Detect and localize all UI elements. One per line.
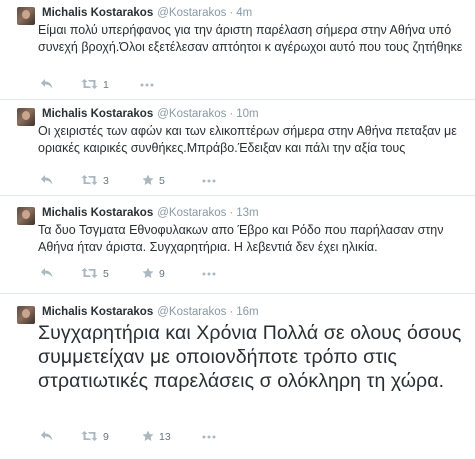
retweet-count: 3 bbox=[103, 175, 109, 187]
tweet-item[interactable]: Michalis Kostarakos @Kostarakos · 13m Τα δυ… bbox=[0, 196, 475, 294]
tweet-item[interactable]: Michalis Kostarakos @Kostarakos · 16m Συγχα… bbox=[0, 294, 475, 459]
tweet-timestamp[interactable]: 4m bbox=[236, 7, 252, 19]
tweet-text: Οι χειριστές των αφών και των ελικοπτέρω… bbox=[38, 124, 457, 155]
tweet-separator: · bbox=[229, 306, 234, 318]
tweet-header: Michalis Kostarakos @Kostarakos · 4m bbox=[42, 6, 252, 20]
more-button[interactable] bbox=[202, 174, 216, 188]
reply-button[interactable] bbox=[40, 174, 54, 188]
tweet-header: Michalis Kostarakos @Kostarakos · 10m bbox=[42, 107, 259, 121]
retweet-count: 5 bbox=[103, 268, 109, 280]
avatar[interactable] bbox=[17, 7, 35, 25]
more-button[interactable] bbox=[140, 78, 154, 92]
tweet-fullname[interactable]: Michalis Kostarakos bbox=[42, 108, 153, 120]
reply-button[interactable] bbox=[40, 267, 54, 281]
more-dots-icon bbox=[140, 83, 154, 87]
reply-icon bbox=[41, 268, 53, 278]
retweet-count: 9 bbox=[103, 431, 109, 443]
tweet-timeline: Michalis Kostarakos @Kostarakos · 4m Είμαι … bbox=[0, 0, 475, 459]
reply-button[interactable] bbox=[40, 78, 54, 92]
retweet-button[interactable]: 3 bbox=[81, 174, 109, 188]
tweet-timestamp[interactable]: 13m bbox=[236, 207, 258, 219]
tweet-separator: · bbox=[229, 108, 234, 120]
tweet-fullname[interactable]: Michalis Kostarakos bbox=[42, 306, 153, 318]
favorite-count: 13 bbox=[159, 431, 171, 443]
more-button[interactable] bbox=[202, 267, 216, 281]
retweet-icon bbox=[81, 79, 98, 89]
star-icon bbox=[142, 174, 154, 185]
more-dots-icon bbox=[202, 179, 216, 183]
retweet-icon bbox=[81, 431, 98, 441]
tweet-header: Michalis Kostarakos @Kostarakos · 13m bbox=[42, 206, 259, 220]
more-button[interactable] bbox=[202, 430, 216, 444]
reply-icon bbox=[41, 431, 53, 441]
favorite-count: 9 bbox=[159, 268, 165, 280]
retweet-count: 1 bbox=[103, 79, 109, 91]
star-icon bbox=[142, 267, 154, 278]
tweet-text: Τα δυο Τσγματα Εθνοφυλακων απο Έβρο και … bbox=[38, 223, 444, 254]
tweet-separator: · bbox=[229, 7, 234, 19]
tweet-username[interactable]: @Kostarakos bbox=[157, 207, 226, 219]
avatar[interactable] bbox=[17, 108, 35, 126]
tweet-text: Είμαι πολύ υπερήφανος για την άριστη παρ… bbox=[38, 23, 463, 54]
favorite-button[interactable]: 13 bbox=[142, 430, 171, 444]
favorite-button[interactable]: 5 bbox=[142, 174, 165, 188]
favorite-button[interactable]: 9 bbox=[142, 267, 165, 281]
star-icon bbox=[142, 430, 154, 441]
retweet-button[interactable]: 1 bbox=[81, 78, 109, 92]
tweet-header: Michalis Kostarakos @Kostarakos · 16m bbox=[42, 305, 259, 319]
tweet-item[interactable]: Michalis Kostarakos @Kostarakos · 4m Είμαι … bbox=[0, 0, 475, 100]
tweet-username[interactable]: @Kostarakos bbox=[157, 306, 226, 318]
tweet-username[interactable]: @Kostarakos bbox=[157, 7, 226, 19]
retweet-icon bbox=[81, 175, 98, 185]
retweet-icon bbox=[81, 268, 98, 278]
tweet-fullname[interactable]: Michalis Kostarakos bbox=[42, 207, 153, 219]
retweet-button[interactable]: 5 bbox=[81, 267, 109, 281]
retweet-button[interactable]: 9 bbox=[81, 430, 109, 444]
reply-icon bbox=[41, 79, 53, 89]
tweet-timestamp[interactable]: 16m bbox=[236, 306, 258, 318]
more-dots-icon bbox=[202, 272, 216, 276]
tweet-username[interactable]: @Kostarakos bbox=[157, 108, 226, 120]
tweet-separator: · bbox=[229, 207, 234, 219]
tweet-timestamp[interactable]: 10m bbox=[236, 108, 258, 120]
avatar[interactable] bbox=[17, 207, 35, 225]
avatar[interactable] bbox=[17, 306, 35, 324]
tweet-text: Συγχαρητήρια και Χρόνια Πολλά σε ολους ό… bbox=[38, 322, 462, 392]
more-dots-icon bbox=[202, 435, 216, 439]
favorite-count: 5 bbox=[159, 175, 165, 187]
tweet-fullname[interactable]: Michalis Kostarakos bbox=[42, 7, 153, 19]
tweet-item[interactable]: Michalis Kostarakos @Kostarakos · 10m Οι χε… bbox=[0, 100, 475, 196]
reply-button[interactable] bbox=[40, 430, 54, 444]
reply-icon bbox=[41, 175, 53, 185]
